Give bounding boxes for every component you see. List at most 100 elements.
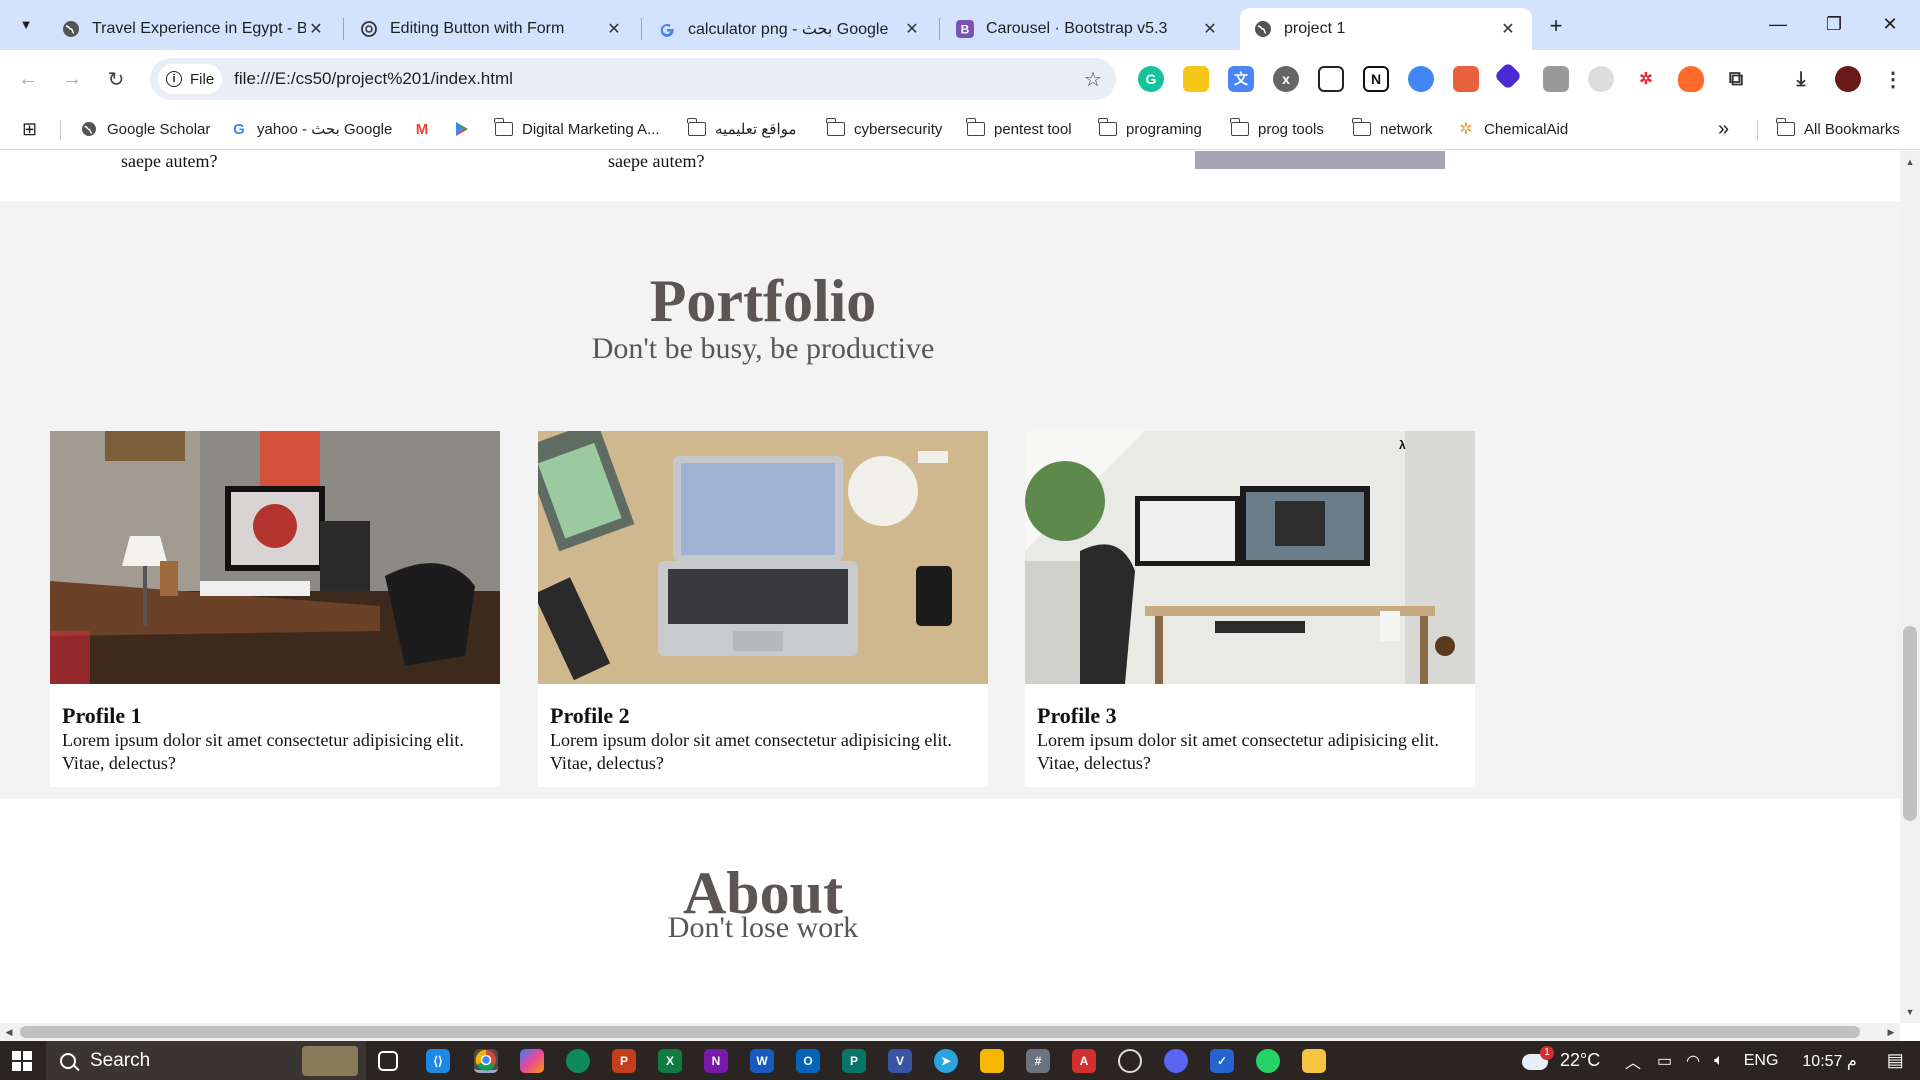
portfolio-card[interactable]: λ Profile 3 Lorem ipsum dolor sit amet c… — [1025, 431, 1475, 787]
bookmark-play-store[interactable] — [453, 116, 480, 142]
svg-text:λ: λ — [1399, 438, 1406, 452]
language-indicator[interactable]: ENG — [1744, 1052, 1779, 1070]
fire-extension-icon[interactable] — [1678, 66, 1704, 92]
portfolio-card[interactable]: Profile 2 Lorem ipsum dolor sit amet con… — [538, 431, 988, 787]
picture-in-picture-icon[interactable] — [1318, 66, 1344, 92]
address-bar[interactable]: i File file:///E:/cs50/project%201/index… — [150, 58, 1116, 100]
notifications-icon[interactable]: ▤ — [1887, 1050, 1904, 1071]
extensions-puzzle-icon[interactable]: ⧉ — [1723, 66, 1749, 92]
new-tab-button[interactable]: + — [1542, 12, 1570, 40]
edge-icon[interactable] — [566, 1049, 590, 1073]
weather-widget[interactable]: 1 22°C — [1522, 1041, 1600, 1080]
forward-button[interactable]: → — [56, 63, 88, 95]
telegram-icon[interactable]: ➤ — [934, 1049, 958, 1073]
url-text[interactable]: file:///E:/cs50/project%201/index.html — [234, 69, 1078, 89]
chrome-taskbar-icon[interactable] — [474, 1049, 498, 1073]
tab-travel-experience[interactable]: Travel Experience in Egypt - Blo ✕ — [48, 8, 340, 50]
tab-title: project 1 — [1284, 20, 1346, 37]
tab-title: Editing Button with Form — [390, 20, 565, 37]
folder-icon — [687, 118, 706, 137]
task-view-icon[interactable] — [378, 1051, 398, 1071]
vertical-scrollbar[interactable]: ▲ ▼ — [1900, 151, 1920, 1023]
grammarly-icon[interactable]: G — [1138, 66, 1164, 92]
horizontal-scrollbar[interactable]: ◀ ▶ — [0, 1023, 1900, 1041]
bookmark-folder-prog-tools[interactable]: prog tools — [1230, 116, 1324, 142]
close-tab-icon[interactable]: ✕ — [1498, 19, 1518, 39]
blocked-extension-icon[interactable] — [1588, 66, 1614, 92]
site-info-chip[interactable]: i File — [158, 64, 223, 94]
close-tab-icon[interactable]: ✕ — [604, 19, 624, 39]
onenote-icon[interactable]: N — [704, 1049, 728, 1073]
bookmark-chemicalaid[interactable]: ✲ ChemicalAid — [1457, 116, 1568, 142]
windows-start-icon[interactable] — [12, 1051, 32, 1071]
bookmark-gmail[interactable]: M — [413, 116, 440, 142]
vscode-icon[interactable]: ⟨⟩ — [426, 1049, 450, 1073]
bug-extension-icon[interactable]: ✲ — [1633, 66, 1659, 92]
battery-icon[interactable]: ▭ — [1657, 1051, 1672, 1071]
bookmark-folder-educational-sites[interactable]: مواقع تعليميه — [687, 116, 796, 142]
whatsapp-icon[interactable] — [1256, 1049, 1280, 1073]
scroll-down-icon[interactable]: ▼ — [1900, 1005, 1920, 1019]
tab-editing-button[interactable]: Editing Button with Form ✕ — [346, 8, 638, 50]
github-desktop-icon[interactable] — [1118, 1049, 1142, 1073]
excel-icon[interactable]: X — [658, 1049, 682, 1073]
tray-chevron-up-icon[interactable]: ︿ — [1625, 1049, 1641, 1073]
all-bookmarks-button[interactable]: All Bookmarks — [1776, 116, 1900, 142]
minimize-button[interactable]: — — [1750, 0, 1806, 48]
bookmark-star-icon[interactable]: ☆ — [1078, 64, 1108, 94]
tab-search-button[interactable]: ▼ — [10, 8, 42, 40]
bookmark-folder-digital-marketing[interactable]: Digital Marketing A... — [494, 116, 660, 142]
outlook-icon[interactable]: O — [796, 1049, 820, 1073]
location-extension-icon[interactable] — [1408, 66, 1434, 92]
keyboard-extension-icon[interactable] — [1543, 66, 1569, 92]
word-icon[interactable]: W — [750, 1049, 774, 1073]
tab-calculator-png[interactable]: calculator png - بحث Google ✕ — [644, 8, 936, 50]
layers-app-icon[interactable] — [980, 1049, 1004, 1073]
close-tab-icon[interactable]: ✕ — [306, 19, 326, 39]
bookmark-folder-programing[interactable]: programing — [1098, 116, 1202, 142]
visio-icon[interactable]: V — [888, 1049, 912, 1073]
volume-icon[interactable]: 🔈︎ — [1714, 1052, 1724, 1070]
bookmark-google-scholar[interactable]: Google Scholar — [80, 116, 210, 142]
menu-kebab-icon[interactable]: ⋮ — [1880, 66, 1906, 92]
keep-notes-icon[interactable] — [1183, 66, 1209, 92]
todo-icon[interactable]: ✓ — [1210, 1049, 1234, 1073]
bookmark-yahoo-google[interactable]: G yahoo - بحث Google — [230, 116, 392, 142]
discord-icon[interactable] — [1164, 1049, 1188, 1073]
publisher-icon[interactable]: P — [842, 1049, 866, 1073]
portfolio-card[interactable]: Profile 1 Lorem ipsum dolor sit amet con… — [50, 431, 500, 787]
download-icon[interactable]: ⤓ — [1788, 66, 1814, 92]
bookmarks-overflow-button[interactable]: » — [1718, 116, 1729, 142]
apps-grid-button[interactable]: ⊞ — [22, 116, 37, 142]
scroll-right-icon[interactable]: ▶ — [1882, 1023, 1900, 1041]
horizontal-scroll-thumb[interactable] — [20, 1026, 1860, 1038]
taskbar-search-box[interactable]: Search — [46, 1041, 366, 1080]
scroll-up-icon[interactable]: ▲ — [1900, 155, 1920, 169]
bookmark-folder-cybersecurity[interactable]: cybersecurity — [826, 116, 942, 142]
powerpoint-icon[interactable]: P — [612, 1049, 636, 1073]
acrobat-icon[interactable]: A — [1072, 1049, 1096, 1073]
diamond-extension-icon[interactable] — [1493, 61, 1523, 91]
close-window-button[interactable]: ✕ — [1862, 0, 1918, 48]
vertical-scroll-thumb[interactable] — [1903, 626, 1917, 821]
clock[interactable]: 10:57 م — [1802, 1051, 1856, 1071]
scroll-left-icon[interactable]: ◀ — [0, 1023, 18, 1041]
profile-avatar[interactable] — [1835, 66, 1861, 92]
extension-badge-icon[interactable]: x — [1273, 66, 1299, 92]
close-tab-icon[interactable]: ✕ — [902, 19, 922, 39]
megaphone-icon[interactable] — [1453, 66, 1479, 92]
notion-icon[interactable]: N — [1363, 66, 1389, 92]
file-explorer-icon[interactable] — [1302, 1049, 1326, 1073]
bookmark-folder-network[interactable]: network — [1352, 116, 1433, 142]
tab-carousel-bootstrap[interactable]: B Carousel · Bootstrap v5.3 ✕ — [942, 8, 1234, 50]
copilot-icon[interactable] — [520, 1049, 544, 1073]
bookmark-folder-pentest-tool[interactable]: pentest tool — [966, 116, 1072, 142]
tab-project-1[interactable]: project 1 ✕ — [1240, 8, 1532, 50]
calculator-icon[interactable]: # — [1026, 1049, 1050, 1073]
restore-button[interactable]: ❐ — [1806, 0, 1862, 48]
reload-button[interactable]: ↻ — [100, 63, 132, 95]
google-translate-icon[interactable]: 文 — [1228, 66, 1254, 92]
wifi-icon[interactable]: ◠ — [1686, 1051, 1700, 1071]
close-tab-icon[interactable]: ✕ — [1200, 19, 1220, 39]
back-button[interactable]: ← — [12, 63, 44, 95]
